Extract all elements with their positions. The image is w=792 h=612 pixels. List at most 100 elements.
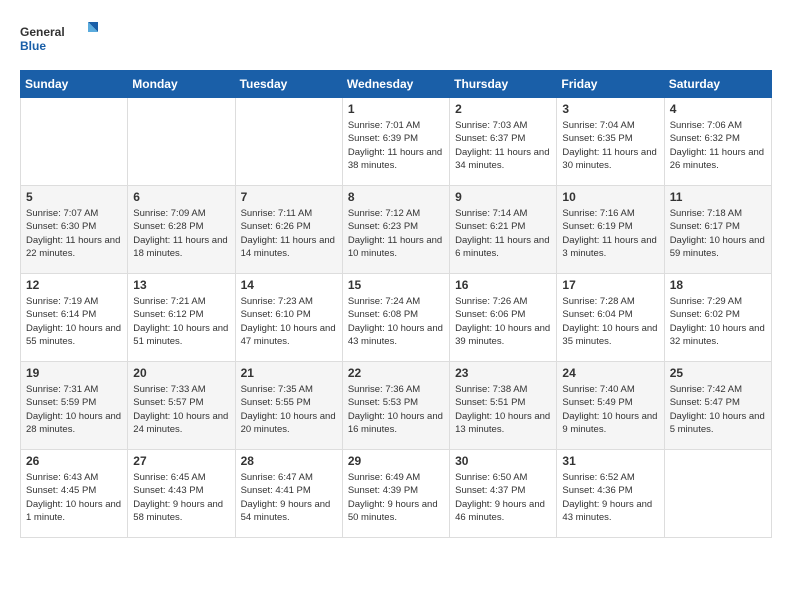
day-number: 8 — [348, 190, 444, 204]
calendar-cell: 4 Sunrise: 7:06 AM Sunset: 6:32 PM Daylig… — [664, 98, 771, 186]
week-row-1: 1 Sunrise: 7:01 AM Sunset: 6:39 PM Daylig… — [21, 98, 772, 186]
day-info: Sunrise: 7:42 AM Sunset: 5:47 PM Dayligh… — [670, 383, 766, 436]
day-info: Sunrise: 7:24 AM Sunset: 6:08 PM Dayligh… — [348, 295, 444, 348]
day-number: 13 — [133, 278, 229, 292]
day-number: 21 — [241, 366, 337, 380]
calendar-cell: 28Sunrise: 6:47 AM Sunset: 4:41 PM Dayli… — [235, 450, 342, 538]
day-info: Sunrise: 7:12 AM Sunset: 6:23 PM Dayligh… — [348, 207, 444, 260]
calendar-cell: 22 Sunrise: 7:36 AM Sunset: 5:53 PM Dayli… — [342, 362, 449, 450]
day-number: 9 — [455, 190, 551, 204]
calendar-cell: 15 Sunrise: 7:24 AM Sunset: 6:08 PM Dayli… — [342, 274, 449, 362]
calendar-cell: 12 Sunrise: 7:19 AM Sunset: 6:14 PM Dayli… — [21, 274, 128, 362]
day-number: 27 — [133, 454, 229, 468]
day-number: 14 — [241, 278, 337, 292]
day-number: 10 — [562, 190, 658, 204]
weekday-header-monday: Monday — [128, 71, 235, 98]
day-number: 12 — [26, 278, 122, 292]
day-info: Sunrise: 7:01 AM Sunset: 6:39 PM Dayligh… — [348, 119, 444, 172]
calendar-cell: 1 Sunrise: 7:01 AM Sunset: 6:39 PM Daylig… — [342, 98, 449, 186]
calendar-cell: 25 Sunrise: 7:42 AM Sunset: 5:47 PM Dayli… — [664, 362, 771, 450]
logo: General Blue — [20, 20, 100, 60]
day-info: Sunrise: 6:52 AM Sunset: 4:36 PM Dayligh… — [562, 471, 658, 524]
calendar-cell — [235, 98, 342, 186]
day-info: Sunrise: 7:26 AM Sunset: 6:06 PM Dayligh… — [455, 295, 551, 348]
day-number: 25 — [670, 366, 766, 380]
calendar-cell: 5 Sunrise: 7:07 AM Sunset: 6:30 PM Daylig… — [21, 186, 128, 274]
calendar-cell: 8 Sunrise: 7:12 AM Sunset: 6:23 PM Daylig… — [342, 186, 449, 274]
svg-text:Blue: Blue — [20, 39, 46, 53]
day-info: Sunrise: 7:19 AM Sunset: 6:14 PM Dayligh… — [26, 295, 122, 348]
day-number: 5 — [26, 190, 122, 204]
day-number: 15 — [348, 278, 444, 292]
day-number: 11 — [670, 190, 766, 204]
calendar-cell: 24Sunrise: 7:40 AM Sunset: 5:49 PM Dayli… — [557, 362, 664, 450]
day-info: Sunrise: 6:45 AM Sunset: 4:43 PM Dayligh… — [133, 471, 229, 524]
page-header: General Blue — [20, 20, 772, 60]
day-info: Sunrise: 7:07 AM Sunset: 6:30 PM Dayligh… — [26, 207, 122, 260]
day-number: 18 — [670, 278, 766, 292]
calendar-cell — [664, 450, 771, 538]
day-info: Sunrise: 7:23 AM Sunset: 6:10 PM Dayligh… — [241, 295, 337, 348]
calendar-cell: 11 Sunrise: 7:18 AM Sunset: 6:17 PM Dayli… — [664, 186, 771, 274]
day-number: 28 — [241, 454, 337, 468]
week-row-5: 26 Sunrise: 6:43 AM Sunset: 4:45 PM Dayli… — [21, 450, 772, 538]
calendar-cell: 23Sunrise: 7:38 AM Sunset: 5:51 PM Dayli… — [450, 362, 557, 450]
day-number: 23 — [455, 366, 551, 380]
calendar-cell: 31 Sunrise: 6:52 AM Sunset: 4:36 PM Dayli… — [557, 450, 664, 538]
day-number: 2 — [455, 102, 551, 116]
calendar-table: SundayMondayTuesdayWednesdayThursdayFrid… — [20, 70, 772, 538]
day-info: Sunrise: 7:35 AM Sunset: 5:55 PM Dayligh… — [241, 383, 337, 436]
day-number: 26 — [26, 454, 122, 468]
calendar-cell: 18 Sunrise: 7:29 AM Sunset: 6:02 PM Dayli… — [664, 274, 771, 362]
week-row-2: 5 Sunrise: 7:07 AM Sunset: 6:30 PM Daylig… — [21, 186, 772, 274]
day-number: 16 — [455, 278, 551, 292]
day-number: 31 — [562, 454, 658, 468]
day-info: Sunrise: 7:29 AM Sunset: 6:02 PM Dayligh… — [670, 295, 766, 348]
weekday-header-friday: Friday — [557, 71, 664, 98]
calendar-cell: 10 Sunrise: 7:16 AM Sunset: 6:19 PM Dayli… — [557, 186, 664, 274]
calendar-cell: 14 Sunrise: 7:23 AM Sunset: 6:10 PM Dayli… — [235, 274, 342, 362]
day-info: Sunrise: 7:06 AM Sunset: 6:32 PM Dayligh… — [670, 119, 766, 172]
day-info: Sunrise: 7:40 AM Sunset: 5:49 PM Dayligh… — [562, 383, 658, 436]
calendar-cell: 29 Sunrise: 6:49 AM Sunset: 4:39 PM Dayli… — [342, 450, 449, 538]
day-info: Sunrise: 7:09 AM Sunset: 6:28 PM Dayligh… — [133, 207, 229, 260]
week-row-3: 12 Sunrise: 7:19 AM Sunset: 6:14 PM Dayli… — [21, 274, 772, 362]
day-info: Sunrise: 6:50 AM Sunset: 4:37 PM Dayligh… — [455, 471, 551, 524]
day-number: 20 — [133, 366, 229, 380]
weekday-header-tuesday: Tuesday — [235, 71, 342, 98]
calendar-cell: 6Sunrise: 7:09 AM Sunset: 6:28 PM Daylig… — [128, 186, 235, 274]
day-info: Sunrise: 7:18 AM Sunset: 6:17 PM Dayligh… — [670, 207, 766, 260]
day-info: Sunrise: 7:11 AM Sunset: 6:26 PM Dayligh… — [241, 207, 337, 260]
day-number: 7 — [241, 190, 337, 204]
day-info: Sunrise: 7:28 AM Sunset: 6:04 PM Dayligh… — [562, 295, 658, 348]
week-row-4: 19Sunrise: 7:31 AM Sunset: 5:59 PM Dayli… — [21, 362, 772, 450]
day-info: Sunrise: 7:03 AM Sunset: 6:37 PM Dayligh… — [455, 119, 551, 172]
calendar-cell: 16 Sunrise: 7:26 AM Sunset: 6:06 PM Dayli… — [450, 274, 557, 362]
weekday-header-row: SundayMondayTuesdayWednesdayThursdayFrid… — [21, 71, 772, 98]
day-info: Sunrise: 7:14 AM Sunset: 6:21 PM Dayligh… — [455, 207, 551, 260]
day-info: Sunrise: 6:49 AM Sunset: 4:39 PM Dayligh… — [348, 471, 444, 524]
logo-svg: General Blue — [20, 20, 100, 60]
day-info: Sunrise: 6:43 AM Sunset: 4:45 PM Dayligh… — [26, 471, 122, 524]
calendar-cell: 3Sunrise: 7:04 AM Sunset: 6:35 PM Daylig… — [557, 98, 664, 186]
calendar-cell: 13Sunrise: 7:21 AM Sunset: 6:12 PM Dayli… — [128, 274, 235, 362]
day-info: Sunrise: 7:36 AM Sunset: 5:53 PM Dayligh… — [348, 383, 444, 436]
calendar-cell: 9 Sunrise: 7:14 AM Sunset: 6:21 PM Daylig… — [450, 186, 557, 274]
day-number: 4 — [670, 102, 766, 116]
calendar-cell — [128, 98, 235, 186]
calendar-cell: 7 Sunrise: 7:11 AM Sunset: 6:26 PM Daylig… — [235, 186, 342, 274]
calendar-cell: 20Sunrise: 7:33 AM Sunset: 5:57 PM Dayli… — [128, 362, 235, 450]
calendar-cell: 26 Sunrise: 6:43 AM Sunset: 4:45 PM Dayli… — [21, 450, 128, 538]
weekday-header-saturday: Saturday — [664, 71, 771, 98]
weekday-header-thursday: Thursday — [450, 71, 557, 98]
calendar-cell: 19Sunrise: 7:31 AM Sunset: 5:59 PM Dayli… — [21, 362, 128, 450]
calendar-cell: 17Sunrise: 7:28 AM Sunset: 6:04 PM Dayli… — [557, 274, 664, 362]
day-number: 22 — [348, 366, 444, 380]
calendar-cell: 2 Sunrise: 7:03 AM Sunset: 6:37 PM Daylig… — [450, 98, 557, 186]
svg-text:General: General — [20, 25, 65, 39]
day-info: Sunrise: 7:31 AM Sunset: 5:59 PM Dayligh… — [26, 383, 122, 436]
weekday-header-sunday: Sunday — [21, 71, 128, 98]
day-number: 29 — [348, 454, 444, 468]
day-info: Sunrise: 7:16 AM Sunset: 6:19 PM Dayligh… — [562, 207, 658, 260]
day-number: 1 — [348, 102, 444, 116]
